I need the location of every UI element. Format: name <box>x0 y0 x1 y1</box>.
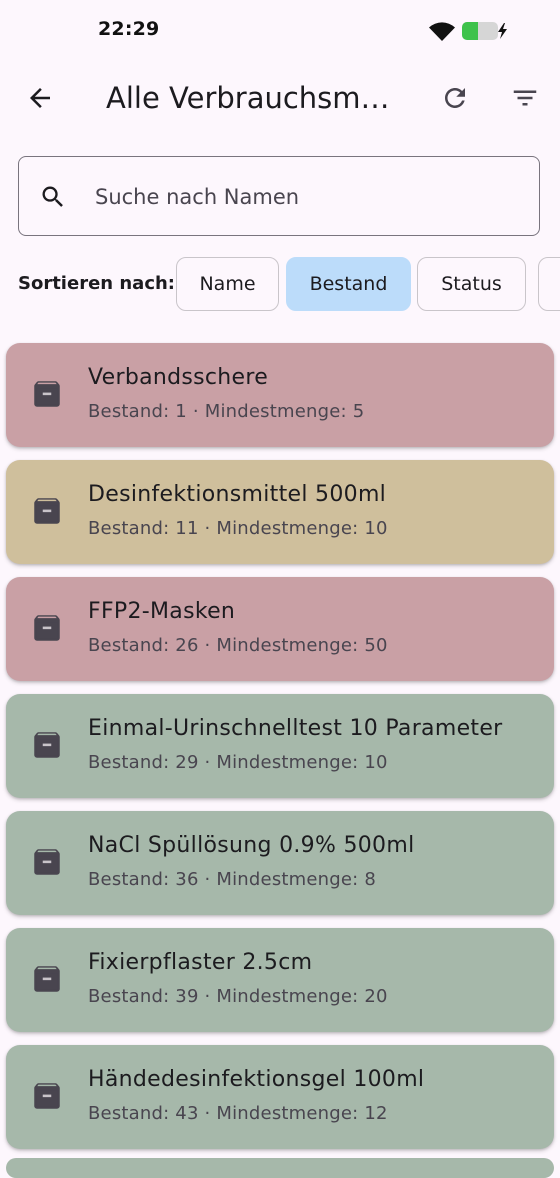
item-name: NaCl Spüllösung 0.9% 500ml <box>88 833 415 858</box>
refresh-button[interactable] <box>431 74 479 122</box>
inventory-box-icon <box>34 1083 60 1109</box>
sort-label: Sortieren nach: <box>18 273 175 294</box>
item-stock: Bestand: 43 · Mindestmenge: 12 <box>88 1103 388 1124</box>
item-name: FFP2-Masken <box>88 599 236 624</box>
inventory-box-icon <box>34 498 60 524</box>
filter-button[interactable] <box>501 74 549 122</box>
list-item[interactable]: NaCl Spüllösung 0.9% 500ml Bestand: 36 ·… <box>6 811 554 915</box>
inventory-box-icon <box>34 615 60 641</box>
inventory-box-icon <box>34 381 60 407</box>
inventory-box-icon <box>34 732 60 758</box>
sort-chip-status[interactable]: Status <box>417 257 526 311</box>
back-button[interactable] <box>16 74 64 122</box>
list-item[interactable]: FFP2-Masken Bestand: 26 · Mindestmenge: … <box>6 577 554 681</box>
item-stock: Bestand: 29 · Mindestmenge: 10 <box>88 752 388 773</box>
item-stock: Bestand: 11 · Mindestmenge: 10 <box>88 518 388 539</box>
status-bar: 22:29 <box>0 0 560 60</box>
list-item[interactable]: Desinfektionsmittel 500ml Bestand: 11 · … <box>6 460 554 564</box>
list-item-partial[interactable] <box>6 1158 554 1178</box>
item-name: Einmal-Urinschnelltest 10 Parameter <box>88 716 503 741</box>
app-bar: Alle Verbrauchsmaterialien <box>0 60 560 136</box>
arrow-back-icon <box>30 88 50 108</box>
list-item[interactable]: Händedesinfektionsgel 100ml Bestand: 43 … <box>6 1045 554 1149</box>
list-item[interactable]: Fixierpflaster 2.5cm Bestand: 39 · Minde… <box>6 928 554 1032</box>
sort-chip-name[interactable]: Name <box>176 257 279 311</box>
status-time: 22:29 <box>98 18 160 40</box>
refresh-icon <box>445 88 465 108</box>
item-stock: Bestand: 1 · Mindestmenge: 5 <box>88 401 365 422</box>
sort-row: Sortieren nach: Name Bestand Status <box>0 256 560 314</box>
inventory-box-icon <box>34 966 60 992</box>
item-stock: Bestand: 36 · Mindestmenge: 8 <box>88 869 377 890</box>
battery-charging-icon <box>462 22 507 40</box>
sort-chip-bestand[interactable]: Bestand <box>286 257 411 311</box>
search-box <box>18 156 540 236</box>
item-stock: Bestand: 26 · Mindestmenge: 50 <box>88 635 388 656</box>
search-icon <box>42 186 63 207</box>
page-title: Alle Verbrauchsmaterialien <box>106 81 406 115</box>
item-stock: Bestand: 39 · Mindestmenge: 20 <box>88 986 388 1007</box>
item-name: Verbandsschere <box>88 365 269 390</box>
item-name: Fixierpflaster 2.5cm <box>88 950 313 975</box>
inventory-box-icon <box>34 849 60 875</box>
item-name: Händedesinfektionsgel 100ml <box>88 1067 425 1092</box>
filter-list-icon <box>513 90 537 106</box>
search-input[interactable] <box>93 179 517 215</box>
list-item[interactable]: Einmal-Urinschnelltest 10 Parameter Best… <box>6 694 554 798</box>
wifi-icon <box>429 22 455 41</box>
sort-chip-more[interactable] <box>538 257 560 311</box>
item-name: Desinfektionsmittel 500ml <box>88 482 387 507</box>
list-item[interactable]: Verbandsschere Bestand: 1 · Mindestmenge… <box>6 343 554 447</box>
